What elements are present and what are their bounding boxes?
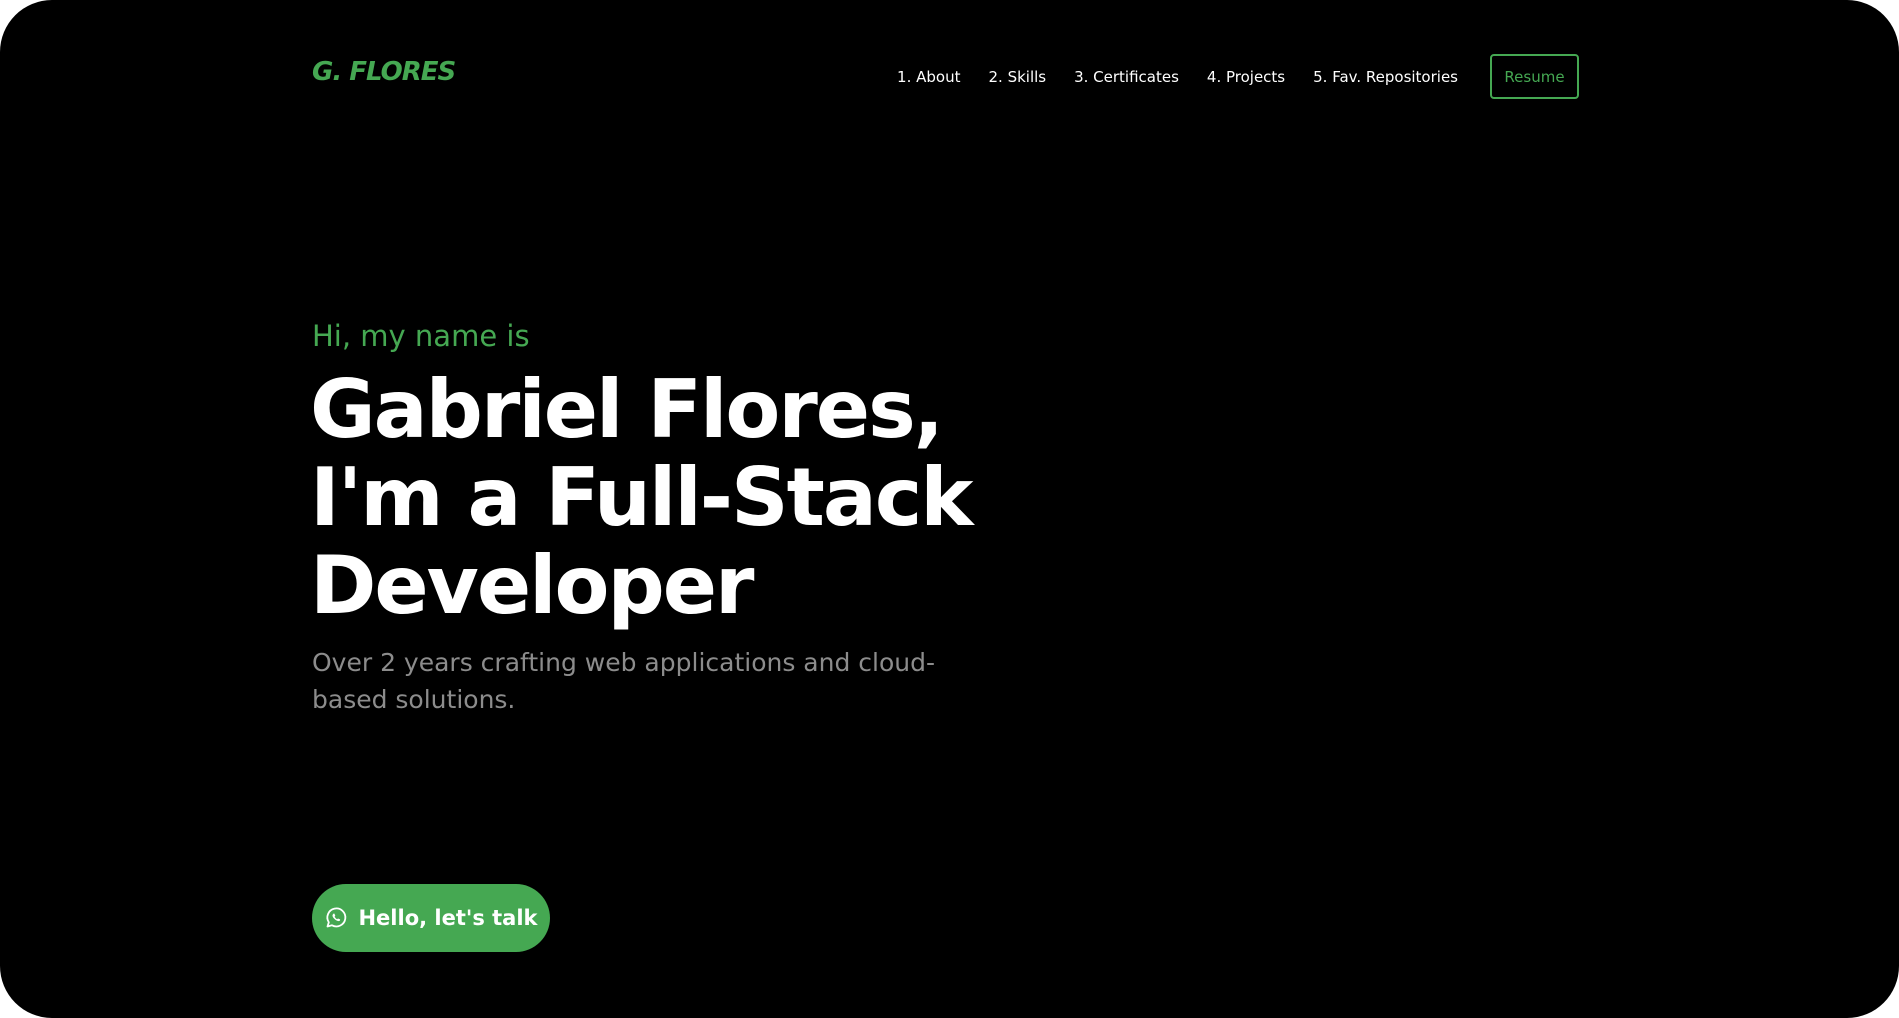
resume-button[interactable]: Resume [1490,54,1579,99]
nav-link-skills[interactable]: 2. Skills [988,68,1046,86]
nav-link-fav-repositories[interactable]: 5. Fav. Repositories [1313,68,1458,86]
hero-headline-line: I'm a Full-Stack [310,451,973,544]
nav-link-about[interactable]: 1. About [897,68,960,86]
hero-headline-line: Gabriel Flores, [310,363,944,456]
hero-subtitle: Over 2 years crafting web applications a… [312,648,936,714]
nav-link-projects[interactable]: 4. Projects [1207,68,1285,86]
lets-talk-button[interactable]: Hello, let's talk [312,884,550,952]
whatsapp-icon [324,906,348,930]
page-frame: G. FLORES 1. About 2. Skills 3. Certific… [0,0,1899,1018]
main-nav: 1. About 2. Skills 3. Certificates 4. Pr… [897,54,1579,99]
nav-link-certificates[interactable]: 3. Certificates [1074,68,1179,86]
hero-headline: Gabriel Flores, I'm a Full-Stack Develop… [310,366,1010,630]
hero-greeting: Hi, my name is [312,319,530,353]
site-logo[interactable]: G. FLORES [312,56,456,88]
hero-headline-line: Developer [310,539,754,632]
lets-talk-label: Hello, let's talk [358,906,538,930]
